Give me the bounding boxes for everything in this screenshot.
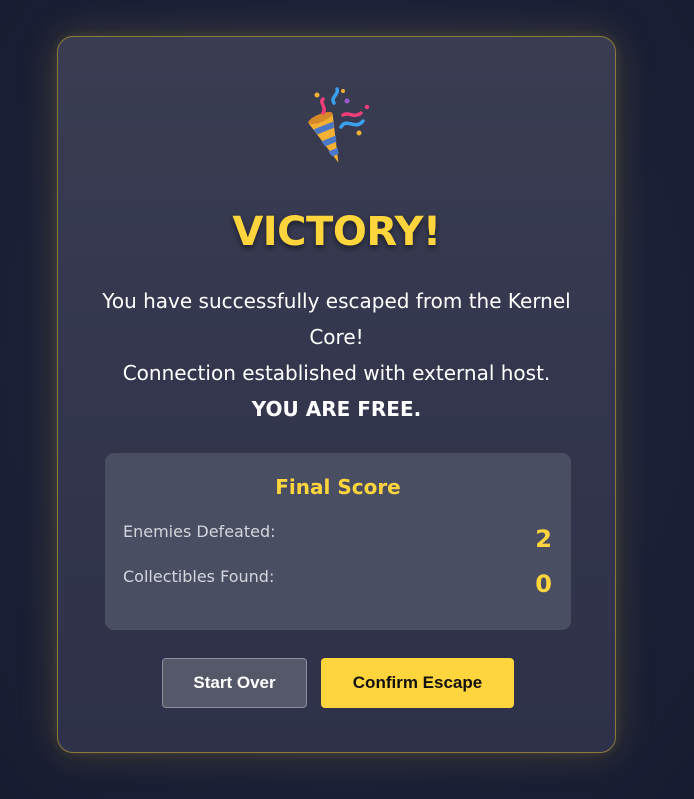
victory-message: You have successfully escaped from the K… [98, 283, 575, 427]
message-line-free: YOU ARE FREE. [251, 397, 422, 421]
collectibles-found-label: Collectibles Found: [123, 567, 275, 586]
enemies-defeated-label: Enemies Defeated: [123, 522, 276, 541]
start-over-button[interactable]: Start Over [162, 658, 307, 708]
message-line-connection: Connection established with external hos… [122, 361, 551, 385]
score-row-enemies: Enemies Defeated: 2 [123, 522, 552, 553]
collectibles-found-value: 0 [535, 570, 552, 598]
enemies-defeated-value: 2 [535, 525, 552, 553]
confirm-escape-button[interactable]: Confirm Escape [321, 658, 514, 708]
final-score-title: Final Score [275, 475, 401, 499]
final-score-panel: Final Score Enemies Defeated: 2 Collecti… [105, 453, 571, 630]
victory-title: VICTORY! [232, 209, 441, 255]
message-line-escape: You have successfully escaped from the K… [102, 289, 571, 349]
victory-dialog: VICTORY! You have successfully escaped f… [57, 36, 616, 753]
score-row-collectibles: Collectibles Found: 0 [123, 567, 552, 598]
party-popper-icon [58, 87, 615, 167]
